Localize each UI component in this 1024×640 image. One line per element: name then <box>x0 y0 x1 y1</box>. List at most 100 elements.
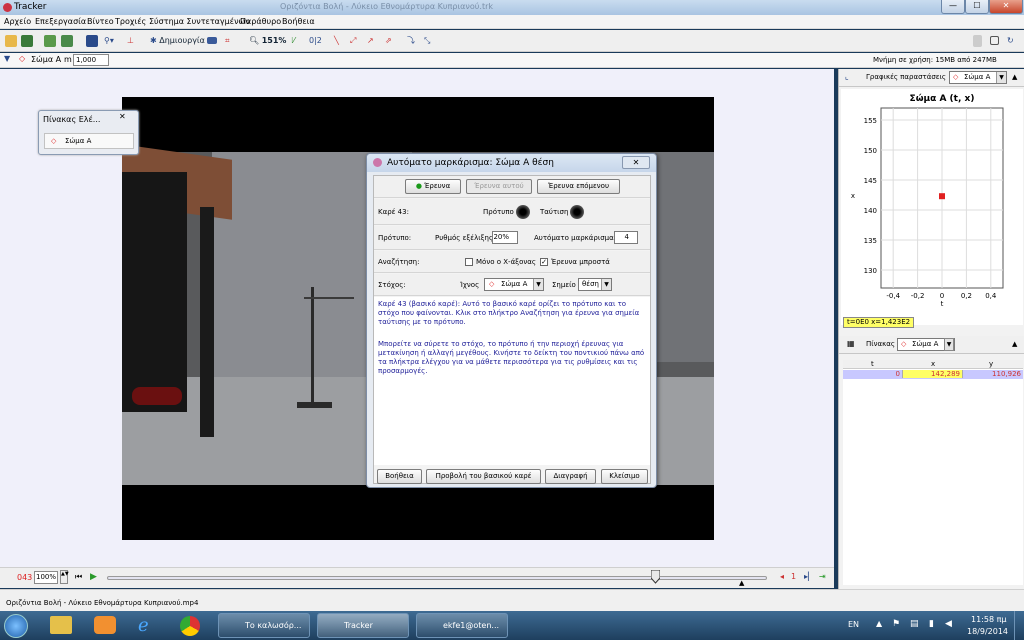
point-select[interactable]: θέση ▼ <box>578 278 612 291</box>
clock-time[interactable]: 11:58 πμ <box>971 615 1007 624</box>
internet-explorer-icon[interactable]: ℯ <box>138 615 149 636</box>
menu-help[interactable]: Βοήθεια <box>282 17 315 26</box>
search-this-button[interactable]: Έρευνα αυτού <box>466 179 532 194</box>
match-image <box>570 205 584 219</box>
plot-area[interactable]: Σώμα Α (t, x) 130 135 140 145 150 155 -0,4 -0,2 0… <box>841 89 1023 325</box>
close-window-button[interactable]: ✕ <box>989 0 1023 14</box>
slider-thumb[interactable] <box>650 569 661 584</box>
loop-icon[interactable]: ⇥ <box>819 572 826 581</box>
menu-window[interactable]: Παράθυρο <box>240 17 281 26</box>
restore-icon[interactable] <box>990 33 999 48</box>
clock-date[interactable]: 18/9/2014 <box>967 627 1008 636</box>
end-marker-icon[interactable]: ▲ <box>739 579 744 587</box>
vector-sum-icon[interactable]: ⇗ <box>385 33 392 48</box>
evolution-spinner[interactable]: 20% <box>492 231 518 244</box>
refresh-icon[interactable]: ↻ <box>1007 33 1014 48</box>
flag-icon[interactable]: ⚑ <box>892 619 900 629</box>
track-control-icon[interactable] <box>207 33 217 48</box>
step-forward-icon[interactable]: ▸▏ <box>804 572 814 581</box>
element-pad[interactable]: Πίνακας Ελέ... ✕ ◇ Σώμα Α <box>38 110 139 155</box>
track-menu-icon[interactable]: ▼ <box>4 54 10 63</box>
task-mail[interactable]: ekfe1@oten... <box>416 613 508 638</box>
search-next-button[interactable]: Έρευνα επόμενου <box>537 179 620 194</box>
step-back-icon[interactable]: ◂ <box>780 572 784 581</box>
subscript-icon[interactable]: 0|2 <box>309 33 322 48</box>
task-word[interactable]: Το καλωσόρ... <box>218 613 310 638</box>
trail-icon[interactable]: ╲ <box>334 33 339 48</box>
show-keyframe-button[interactable]: Προβολή του βασικού καρέ <box>426 469 541 484</box>
chrome-icon[interactable] <box>180 616 200 636</box>
table-row[interactable]: 0 142,289 110,926 <box>843 370 1023 379</box>
play-icon[interactable]: ▶ <box>90 572 97 582</box>
calibration-icon[interactable]: ⚲▾ <box>104 33 114 48</box>
col-y[interactable]: y <box>989 360 993 368</box>
auto-mark-spinner[interactable]: 4 <box>614 231 638 244</box>
mass-field[interactable]: 1,000 <box>73 54 109 66</box>
plot-icon: ⌞ <box>845 72 849 81</box>
search-button[interactable]: ● Έρευνα <box>405 179 461 194</box>
export-icon[interactable] <box>61 33 73 48</box>
element-pad-close-icon[interactable]: ✕ <box>119 112 126 121</box>
autotracker-icon[interactable]: ⤵ <box>407 33 415 48</box>
rewind-icon[interactable]: ⏮ <box>75 572 82 582</box>
zoom-spinner[interactable]: ▲▼ <box>60 570 69 584</box>
frame-number[interactable]: 043 <box>17 573 32 582</box>
data-table: t x y 0 142,289 110,926 <box>843 360 1023 585</box>
axes-icon[interactable]: ⊥ <box>127 33 134 48</box>
menu-coordinates[interactable]: Σύστημα Συντεταγμένων <box>149 17 250 26</box>
menu-tracks[interactable]: Τροχιές <box>115 17 146 26</box>
ruler-icon[interactable]: ⤡ <box>424 33 430 48</box>
search-ahead-checkbox[interactable]: ✓ <box>540 258 548 266</box>
tray-expand-icon[interactable]: ▲ <box>876 619 882 628</box>
collapse-icon[interactable]: ▲ <box>1012 73 1017 81</box>
dialog-close-button[interactable]: ✕ <box>622 156 650 169</box>
menu-edit[interactable]: Επεξεργασία <box>35 17 86 26</box>
clip-settings-icon[interactable] <box>86 33 98 48</box>
plot-header-label[interactable]: Γραφικές παραστάσεις <box>866 73 946 81</box>
dialog-title-bar[interactable]: Αυτόματο μαρκάρισμα: Σώμα Α θέση ✕ <box>367 154 656 172</box>
volume-icon[interactable]: ◀ <box>945 619 952 629</box>
maximize-button[interactable]: ☐ <box>965 0 989 14</box>
points-icon[interactable]: ⁝⁄ <box>291 33 295 48</box>
footprint-icon[interactable]: ⤢ <box>350 33 356 48</box>
vector-icon[interactable]: ↗ <box>367 33 374 48</box>
help-button[interactable]: Βοήθεια <box>377 469 422 484</box>
zoom-field[interactable]: 100% <box>34 571 58 584</box>
track-name[interactable]: Σώμα Α <box>31 55 61 64</box>
minimize-button[interactable]: — <box>941 0 965 14</box>
import-icon[interactable] <box>44 33 56 48</box>
delete-button[interactable]: Διαγραφή <box>545 469 596 484</box>
table-header-label[interactable]: Πίνακας <box>866 340 895 348</box>
element-pad-item[interactable]: ◇ Σώμα Α <box>44 133 134 149</box>
explorer-icon[interactable] <box>50 616 72 634</box>
create-button[interactable]: ✱ Δημιουργία <box>150 33 205 48</box>
media-player-icon[interactable] <box>94 616 116 634</box>
toolbar: ⚲▾ ⊥ ✱ Δημιουργία ⌗ 🔍︎ 151% ⁝⁄ 0|2 ╲ ⤢ ↗… <box>0 30 1024 52</box>
notes-icon[interactable] <box>973 33 982 48</box>
tape-icon[interactable]: ⌗ <box>225 33 230 48</box>
show-desktop-button[interactable] <box>1014 611 1024 640</box>
table-columns-button[interactable]: ▼ <box>944 338 954 351</box>
menu-video[interactable]: Βίντεο <box>87 17 114 26</box>
zoom-button[interactable]: 🔍︎ 151% <box>249 33 286 48</box>
y-axis-label: x <box>851 192 855 200</box>
close-button[interactable]: Κλείσιμο <box>601 469 648 484</box>
x-axis-only-checkbox[interactable] <box>465 258 473 266</box>
plot-track-select[interactable]: ◇ Σώμα Α ▼ <box>949 71 1007 84</box>
template-row: Πρότυπο: Ρυθμός εξέλιξης 20% Αυτόματο μα… <box>374 226 650 250</box>
open-icon[interactable] <box>5 33 17 48</box>
right-panel: ⌞ Γραφικές παραστάσεις ◇ Σώμα Α ▼ ▲ Σώμα… <box>838 69 1024 589</box>
col-x[interactable]: x <box>931 360 935 368</box>
collapse-icon[interactable]: ▲ <box>1012 340 1017 348</box>
menu-file[interactable]: Αρχείο <box>4 17 31 26</box>
battery-icon[interactable]: ▮ <box>929 619 934 629</box>
language-indicator[interactable]: EN <box>848 620 859 629</box>
step-size[interactable]: 1 <box>791 572 796 581</box>
col-t[interactable]: t <box>871 360 874 368</box>
save-icon[interactable] <box>21 33 33 48</box>
task-tracker[interactable]: Tracker <box>317 613 409 638</box>
track-select[interactable]: ◇ Σώμα Α ▼ <box>484 278 544 291</box>
network-icon[interactable]: ▤ <box>910 619 919 629</box>
frame-slider[interactable] <box>107 576 767 580</box>
start-button[interactable] <box>4 614 28 638</box>
